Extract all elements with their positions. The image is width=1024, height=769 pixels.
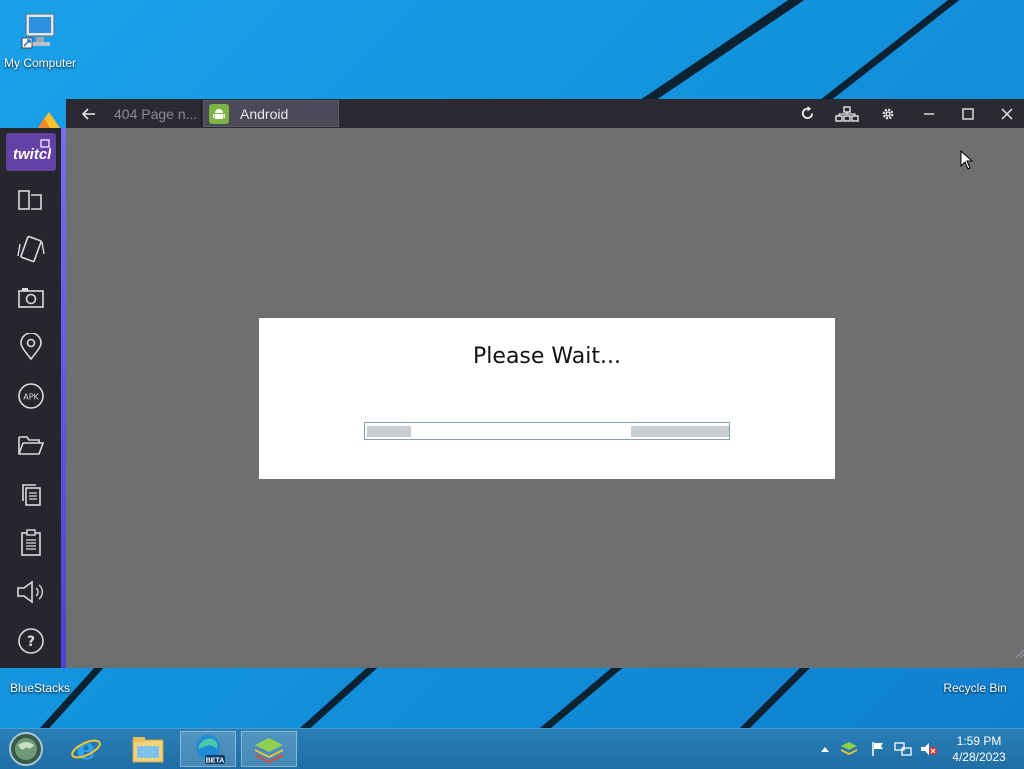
please-wait-dialog: Please Wait... — [259, 318, 835, 479]
close-icon — [1001, 107, 1013, 120]
maximize-button[interactable] — [953, 99, 983, 128]
taskbar-bluestacks[interactable] — [241, 731, 297, 767]
screenshot-icon — [18, 288, 44, 308]
bluestacks-tray-icon[interactable] — [840, 741, 858, 757]
sidebar-apk-install[interactable]: APK — [10, 378, 52, 414]
refresh-icon — [801, 106, 813, 120]
mouse-cursor-icon — [960, 150, 974, 170]
clock-date: 4/28/2023 — [952, 750, 1006, 764]
sidebar-multi-window[interactable] — [10, 182, 52, 218]
internet-explorer-icon: e — [71, 733, 101, 765]
sidebar-shake[interactable] — [10, 231, 52, 267]
desktop-icon-bluestacks[interactable]: BlueStacks — [0, 670, 80, 695]
tab-label: 404 Page n... — [114, 105, 198, 122]
folder-icon — [18, 436, 45, 455]
start-button[interactable] — [0, 731, 52, 767]
multi-window-icon — [18, 190, 42, 210]
resize-grip-icon[interactable] — [1016, 650, 1024, 658]
desktop-icon-label: My Computer — [3, 56, 77, 70]
android-icon — [209, 103, 229, 124]
svg-text:?: ? — [27, 634, 35, 650]
twitch-icon: twitch — [13, 139, 51, 163]
taskbar-internet-explorer[interactable]: e — [58, 731, 114, 767]
dialog-title: Please Wait... — [473, 344, 621, 369]
clock[interactable]: 1:59 PM 4/28/2023 — [944, 733, 1014, 765]
svg-text:e: e — [76, 733, 95, 765]
twitch-button[interactable]: twitch — [6, 133, 56, 171]
sidebar-paste[interactable] — [10, 525, 52, 561]
file-explorer-icon — [132, 737, 164, 763]
chevron-up-icon[interactable] — [820, 745, 830, 753]
sidebar-help[interactable]: ? — [10, 623, 52, 659]
shake-icon — [17, 235, 45, 263]
paste-icon — [21, 529, 41, 556]
sidebar: twitch — [0, 128, 61, 668]
minimize-button[interactable] — [914, 99, 944, 128]
clock-time: 1:59 PM — [956, 734, 1002, 748]
desktop-icon-label: Recycle Bin — [943, 681, 1007, 695]
apk-label: APK — [23, 393, 39, 402]
svg-text:BETA: BETA — [206, 758, 225, 765]
action-center-flag-icon[interactable] — [870, 741, 886, 757]
volume-icon — [17, 580, 43, 604]
apk-install-icon: APK — [18, 383, 44, 409]
progress-segment — [367, 426, 411, 437]
multi-instance-button[interactable] — [832, 99, 862, 128]
tab-404-page[interactable]: 404 Page n... — [106, 100, 202, 127]
taskbar-file-explorer[interactable] — [120, 731, 176, 767]
close-button[interactable] — [992, 99, 1022, 128]
progress-segment — [631, 426, 729, 437]
desktop-icon-recycle-bin[interactable]: Recycle Bin — [935, 670, 1015, 695]
settings-button[interactable] — [874, 99, 902, 128]
back-arrow-icon — [82, 107, 95, 120]
tab-label: Android — [240, 105, 289, 122]
desktop-icon-label: BlueStacks — [9, 681, 71, 695]
svg-text:twitch: twitch — [13, 146, 51, 163]
taskbar-edge-beta[interactable]: BETA — [180, 731, 236, 767]
sidebar-screenshot[interactable] — [10, 280, 52, 316]
sidebar-folder[interactable] — [10, 427, 52, 463]
sidebar-copy[interactable] — [10, 476, 52, 512]
wallpaper-stripe — [820, 0, 1024, 106]
gear-icon — [882, 108, 894, 119]
copy-icon — [22, 484, 41, 506]
maximize-icon — [962, 107, 974, 120]
edge-beta-icon: BETA — [196, 735, 225, 765]
tab-android[interactable]: Android — [203, 100, 339, 127]
location-icon — [20, 333, 42, 361]
sidebar-volume[interactable] — [10, 574, 52, 610]
back-button[interactable] — [74, 99, 104, 128]
sidebar-location[interactable] — [10, 329, 52, 365]
computer-icon — [21, 13, 55, 49]
volume-muted-icon[interactable] — [920, 741, 938, 757]
multi-instance-icon — [835, 105, 859, 122]
start-orb — [9, 732, 43, 766]
progress-bar — [364, 422, 730, 440]
system-tray — [820, 729, 938, 769]
title-bar: 404 Page n... Android — [66, 99, 1024, 129]
network-icon[interactable] — [894, 741, 912, 757]
taskbar: e BETA 1:59 PM 4/28/2023 — [0, 728, 1024, 769]
desktop-icon-my-computer[interactable]: My Computer — [0, 10, 80, 70]
minimize-icon — [924, 112, 934, 115]
bluestacks-icon — [255, 738, 283, 763]
refresh-button[interactable] — [794, 99, 820, 128]
help-icon: ? — [18, 628, 44, 654]
